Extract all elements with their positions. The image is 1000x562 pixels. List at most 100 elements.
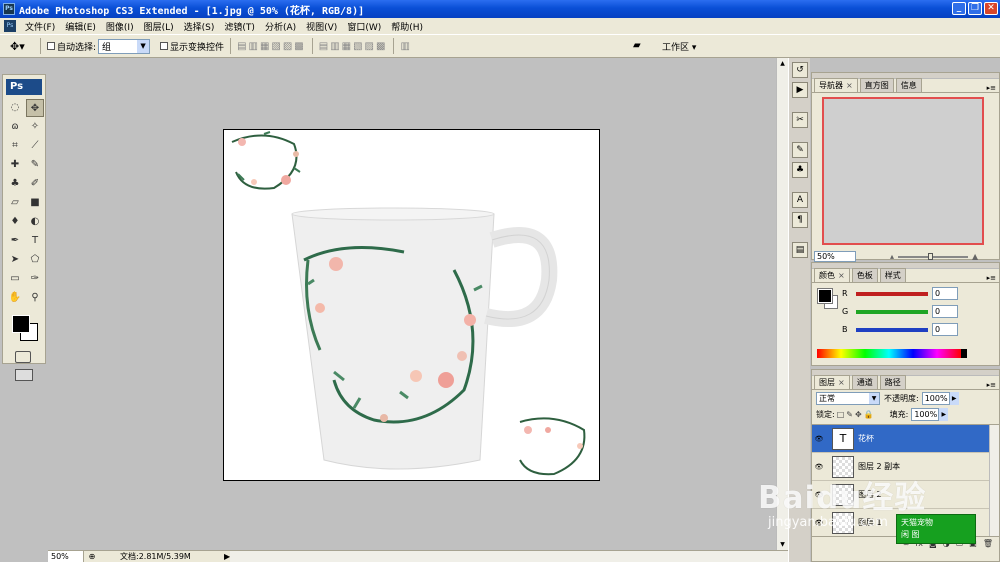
navigator-zoom-field[interactable]: 50% <box>814 251 856 262</box>
adjustment-layer-icon[interactable]: ◑ <box>943 539 950 548</box>
color-spectrum-bar[interactable] <box>817 349 967 358</box>
clone-source-icon[interactable]: ♣ <box>792 162 808 178</box>
minimize-button[interactable]: _ <box>952 2 966 15</box>
brush-icon[interactable]: ✎ <box>26 156 44 174</box>
hand-icon[interactable]: ✋ <box>6 289 24 307</box>
distribute-buttons-icon[interactable]: ▤▥▦▧▨▩ <box>319 41 388 52</box>
zoom-in-icon[interactable]: ▲ <box>972 252 978 261</box>
delete-layer-icon[interactable]: 🗑 <box>983 539 993 548</box>
shape-icon[interactable]: ⬠ <box>26 251 44 269</box>
brushes-panel-icon[interactable]: ✎ <box>792 142 808 158</box>
dodge-icon[interactable]: ◐ <box>26 213 44 231</box>
auto-select-checkbox[interactable] <box>47 42 55 50</box>
photoshop-logo[interactable]: Ps <box>6 79 42 95</box>
auto-align-icon[interactable]: ▥ <box>400 41 411 52</box>
menu-help[interactable]: 帮助(H) <box>386 20 428 33</box>
zoom-icon[interactable]: ⚲ <box>26 289 44 307</box>
menu-filter[interactable]: 滤镜(T) <box>219 20 260 33</box>
status-zoom-field[interactable]: 50% <box>48 551 84 562</box>
red-value-field[interactable]: 0 <box>932 287 958 300</box>
magic-wand-icon[interactable]: ✧ <box>26 118 44 136</box>
eraser-icon[interactable]: ▱ <box>6 194 24 212</box>
eye-icon[interactable]: 👁 <box>812 519 826 527</box>
tab-info[interactable]: 信息 <box>895 78 922 92</box>
tab-styles[interactable]: 样式 <box>879 268 906 282</box>
zoom-slider[interactable] <box>898 252 969 260</box>
menu-image[interactable]: 图像(I) <box>101 20 139 33</box>
new-layer-icon[interactable]: ▣ <box>969 539 977 548</box>
show-transform-checkbox[interactable] <box>160 42 169 50</box>
document-vertical-scrollbar[interactable]: ▲ ▼ <box>776 58 788 550</box>
red-slider[interactable] <box>856 291 928 296</box>
scroll-down-icon[interactable]: ▼ <box>777 539 788 550</box>
close-button[interactable]: ✕ <box>984 2 998 15</box>
tab-layers[interactable]: 图层 × <box>814 375 850 389</box>
lasso-icon[interactable]: ɷ <box>6 118 24 136</box>
eye-icon[interactable]: 👁 <box>812 435 826 443</box>
panel-menu-icon[interactable]: ▸≡ <box>987 381 996 389</box>
navigator-preview[interactable] <box>822 97 984 245</box>
actions-panel-icon[interactable]: ▶ <box>792 82 808 98</box>
tab-paths[interactable]: 路径 <box>879 375 906 389</box>
lock-buttons-icon[interactable]: □✎✥🔒 <box>837 410 876 419</box>
scroll-up-icon[interactable]: ▲ <box>777 58 788 69</box>
tab-channels[interactable]: 通道 <box>851 375 878 389</box>
zoom-slider-knob[interactable] <box>928 252 934 260</box>
eye-icon[interactable]: 👁 <box>812 491 826 499</box>
panel-menu-icon[interactable]: ▸≡ <box>987 84 996 92</box>
palette-well-icon[interactable]: ▰ <box>633 40 641 51</box>
stamp-icon[interactable]: ♣ <box>6 175 24 193</box>
pen-icon[interactable]: ✒ <box>6 232 24 250</box>
menu-edit[interactable]: 编辑(E) <box>60 20 101 33</box>
foreground-color-swatch[interactable] <box>12 315 30 333</box>
menu-view[interactable]: 视图(V) <box>301 20 342 33</box>
auto-select-dropdown[interactable]: 组 ▼ <box>98 38 151 54</box>
history-brush-icon[interactable]: ✐ <box>26 175 44 193</box>
character-panel-icon[interactable]: A <box>792 192 808 208</box>
move-icon[interactable]: ✥ <box>26 99 44 117</box>
fill-field[interactable]: 100% <box>911 407 940 421</box>
workspace-menu[interactable]: 工作区 ▾ <box>662 40 696 53</box>
tab-color[interactable]: 颜色 × <box>814 268 850 282</box>
eye-icon[interactable]: 👁 <box>812 463 826 471</box>
tool-presets-icon[interactable]: ✂ <box>792 112 808 128</box>
layer-row[interactable]: 👁 图层 1 <box>812 509 999 536</box>
align-buttons-icon[interactable]: ▤▥▦▧▨▩ <box>237 41 306 52</box>
layer-comps-icon[interactable]: ▤ <box>792 242 808 258</box>
history-panel-icon[interactable]: ↺ <box>792 62 808 78</box>
opacity-arrow-icon[interactable]: ▶ <box>949 391 959 405</box>
blur-icon[interactable]: ♦ <box>6 213 24 231</box>
tab-histogram[interactable]: 直方图 <box>859 78 894 92</box>
marquee-icon[interactable]: ◌ <box>6 99 24 117</box>
healing-icon[interactable]: ✚ <box>6 156 24 174</box>
notes-icon[interactable]: ▭ <box>6 270 24 288</box>
layer-row[interactable]: 👁 T 花杯 <box>812 425 999 453</box>
add-mask-icon[interactable]: ◙ <box>929 539 937 548</box>
screen-mode-icon[interactable] <box>15 369 33 381</box>
layer-style-icon[interactable]: fx <box>915 539 923 548</box>
blue-value-field[interactable]: 0 <box>932 323 958 336</box>
gradient-icon[interactable]: ■ <box>26 194 44 212</box>
tab-swatches[interactable]: 色板 <box>851 268 878 282</box>
move-tool-preset-icon[interactable]: ✥▾ <box>10 40 34 53</box>
blend-mode-dropdown[interactable]: 正常 ▼ <box>816 391 880 405</box>
menu-file[interactable]: 文件(F) <box>20 20 60 33</box>
menu-layer[interactable]: 图层(L) <box>139 20 179 33</box>
menu-select[interactable]: 选择(S) <box>179 20 220 33</box>
menu-window[interactable]: 窗口(W) <box>342 20 386 33</box>
zoom-out-icon[interactable]: ▴ <box>890 252 894 261</box>
fill-arrow-icon[interactable]: ▶ <box>939 407 949 421</box>
layer-row[interactable]: 👁 图层 2 副本 <box>812 453 999 481</box>
paragraph-panel-icon[interactable]: ¶ <box>792 212 808 228</box>
tab-navigator[interactable]: 导航器 × <box>814 78 858 92</box>
new-group-icon[interactable]: ▭ <box>956 539 964 548</box>
status-info-icon[interactable]: ⊕ <box>84 552 100 561</box>
document-horizontal-scrollbar[interactable] <box>230 551 788 562</box>
panel-foreground-swatch[interactable] <box>817 288 833 304</box>
layers-scrollbar[interactable] <box>989 425 999 536</box>
panel-menu-icon[interactable]: ▸≡ <box>987 274 996 282</box>
path-select-icon[interactable]: ➤ <box>6 251 24 269</box>
eyedropper2-icon[interactable]: ✑ <box>26 270 44 288</box>
opacity-field[interactable]: 100% <box>921 391 950 405</box>
blue-slider[interactable] <box>856 327 928 332</box>
